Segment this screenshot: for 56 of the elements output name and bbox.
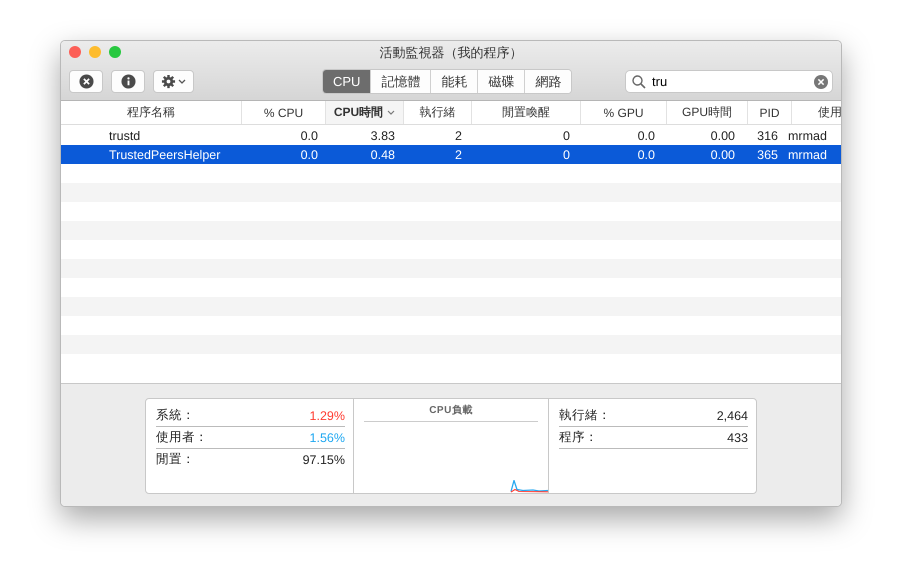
sort-chevron-icon — [387, 110, 396, 116]
stat-value: 2,464 — [716, 408, 748, 422]
stop-icon — [78, 74, 94, 89]
stat-label: 閒置： — [156, 451, 195, 468]
stat-label: 程序： — [559, 429, 598, 446]
stat-value: 433 — [727, 430, 748, 444]
chart-title: CPU負載 — [364, 403, 538, 422]
column-header[interactable]: % CPU — [264, 106, 304, 120]
action-button[interactable] — [153, 70, 194, 93]
tab[interactable]: 網路 — [524, 70, 572, 93]
table-cell: mrmad — [788, 148, 827, 162]
column-header[interactable]: CPU時間 — [334, 104, 384, 121]
stat-value: 1.56% — [310, 430, 345, 444]
column-header[interactable]: 閒置喚醒 — [502, 104, 550, 121]
table-cell: 316 — [757, 128, 778, 142]
stop-button[interactable] — [69, 70, 103, 93]
stat-value: 1.29% — [310, 408, 345, 422]
search-icon — [632, 74, 646, 88]
info-icon — [120, 74, 136, 89]
table-cell: 3.83 — [370, 128, 395, 142]
table-cell: 0.0 — [300, 128, 318, 142]
table-cell: 0 — [563, 148, 570, 162]
search-bar[interactable]: tru — [625, 70, 833, 93]
window-title: 活動監視器（我的程序） — [380, 45, 522, 60]
table-cell: mrmad — [788, 128, 827, 142]
table-cell: 0.0 — [300, 148, 318, 162]
info-button[interactable] — [111, 70, 145, 93]
table-cell: 0.00 — [710, 148, 735, 162]
table-cell: 0 — [563, 128, 570, 142]
column-header[interactable]: 執行緒 — [420, 104, 456, 121]
close-button[interactable] — [69, 46, 81, 58]
stat-label: 使用者： — [156, 429, 208, 446]
table-cell: 0.48 — [370, 148, 395, 162]
stat-value: 97.15% — [302, 452, 345, 466]
chevron-icon — [178, 78, 186, 84]
clear-icon[interactable] — [814, 74, 828, 88]
table-cell: 0.0 — [638, 148, 655, 162]
stat-label: 系統： — [156, 407, 195, 424]
table-cell: 0.00 — [710, 128, 735, 142]
column-header[interactable]: 程序名稱 — [127, 104, 175, 121]
column-header[interactable]: 使用 — [818, 104, 841, 121]
column-header[interactable]: PID — [759, 106, 780, 120]
stat-label: 執行緒： — [559, 407, 611, 424]
table-cell: TrustedPeersHelper — [109, 148, 220, 162]
table-row[interactable]: trustd 0.0 3.83 2 0 0.0 0.00 316 mrmad — [61, 126, 841, 145]
table-cell: 2 — [455, 148, 462, 162]
table-cell: trustd — [109, 128, 140, 142]
table-cell: 2 — [455, 128, 462, 142]
column-header[interactable]: % GPU — [603, 106, 644, 120]
table-cell: 365 — [757, 148, 778, 162]
tab[interactable]: CPU — [323, 70, 370, 93]
cpu-load-graph — [510, 480, 548, 493]
table-cell: 0.0 — [638, 128, 655, 142]
column-header[interactable]: GPU時間 — [682, 104, 732, 121]
gear-icon — [161, 74, 176, 89]
table-row[interactable]: TrustedPeersHelper 0.0 0.48 2 0 0.0 0.00 365 mrmad — [61, 145, 841, 164]
